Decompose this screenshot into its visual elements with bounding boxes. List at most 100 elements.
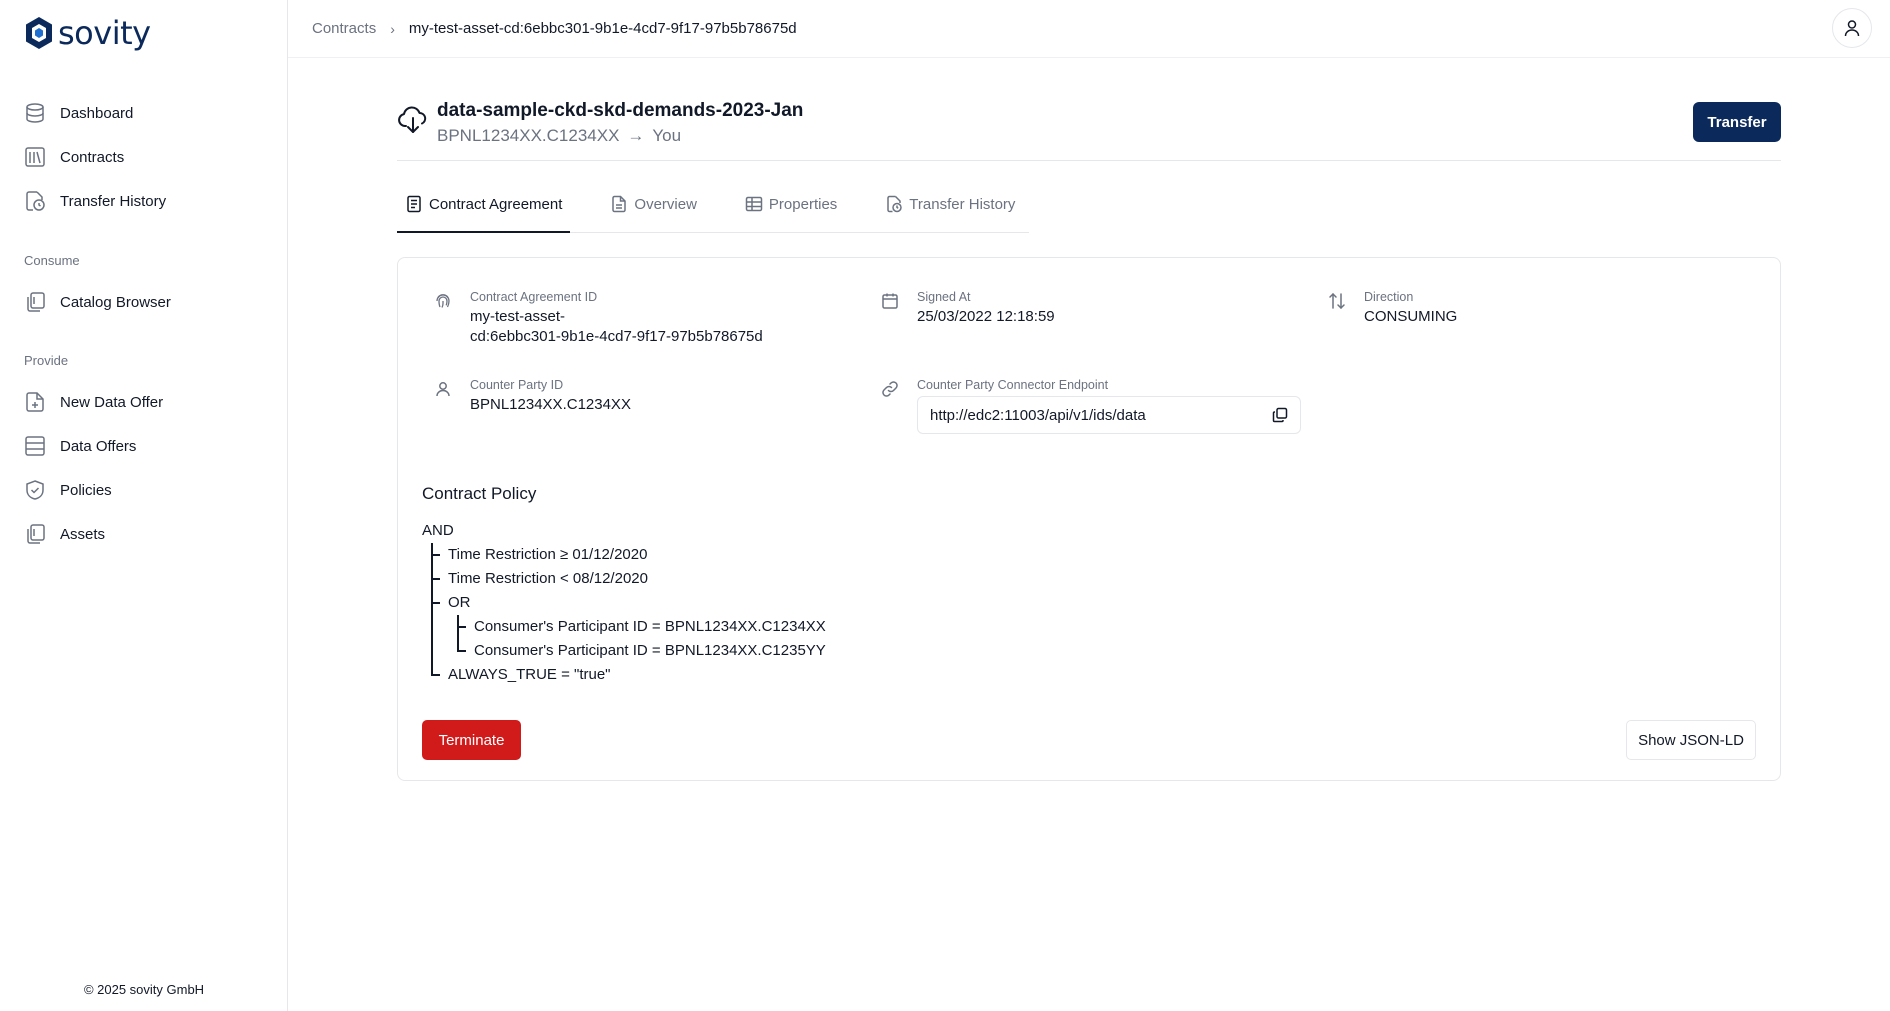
contract-detail: data-sample-ckd-skd-demands-2023-Jan BPN… — [396, 58, 1781, 781]
sidebar-item-policies[interactable]: Policies — [0, 468, 288, 512]
tab-properties[interactable]: Properties — [741, 175, 841, 233]
top-bar: Contracts › my-test-asset-cd:6ebbc301-9b… — [288, 0, 1890, 58]
nav-consume: Consume Catalog Browser — [0, 250, 288, 324]
field-label: Counter Party Connector Endpoint — [917, 378, 1109, 392]
calendar-icon — [881, 290, 907, 327]
assets-icon — [24, 523, 46, 545]
field-label: Signed At — [917, 290, 971, 304]
policy-constraint: Consumer's Participant ID = BPNL1234XX.C… — [422, 615, 826, 639]
policy-tree: AND Time Restriction ≥ 01/12/2020 Time R… — [422, 519, 826, 687]
sidebar-item-label: Dashboard — [60, 104, 134, 122]
endpoint-box: http://edc2:11003/api/v1/ids/data — [917, 396, 1301, 434]
file-icon — [612, 195, 627, 213]
policy-constraint-text: Consumer's Participant ID = BPNL1234XX.C… — [474, 618, 826, 635]
brand-logo[interactable]: sovity — [24, 14, 151, 52]
policy-constraint: ALWAYS_TRUE = "true" — [422, 663, 826, 687]
sidebar-item-label: New Data Offer — [60, 393, 164, 411]
breadcrumb-contracts-link[interactable]: Contracts — [312, 20, 376, 37]
field-label: Contract Agreement ID — [470, 290, 598, 304]
tree-branch — [431, 602, 440, 604]
policy-constraint: Time Restriction ≥ 01/12/2020 — [422, 543, 826, 567]
logo-text: sovity — [58, 14, 151, 52]
asset-header: data-sample-ckd-skd-demands-2023-Jan BPN… — [397, 58, 1781, 161]
history-icon — [887, 195, 903, 213]
breadcrumb: Contracts › my-test-asset-cd:6ebbc301-9b… — [312, 20, 797, 37]
sidebar-item-label: Data Offers — [60, 437, 137, 455]
sidebar-item-label: Assets — [60, 525, 106, 543]
signed-at-value: 25/03/2022 12:18:59 — [917, 308, 1055, 325]
copyright-footer: © 2025 sovity GmbH — [83, 982, 205, 997]
field-counter-party: Counter Party ID BPNL1234XX.C1234XX — [434, 378, 631, 415]
link-icon — [881, 378, 907, 434]
policy-constraint: Consumer's Participant ID = BPNL1234XX.C… — [422, 639, 826, 663]
sidebar-item-contracts[interactable]: Contracts — [0, 135, 288, 179]
tab-contract-agreement[interactable]: Contract Agreement — [396, 175, 571, 233]
contracts-icon — [24, 146, 46, 168]
sidebar-item-label: Policies — [60, 481, 112, 499]
table-icon — [745, 196, 763, 212]
copy-icon — [1272, 407, 1288, 423]
new-offer-icon — [24, 391, 46, 413]
policy-constraint-text: Time Restriction ≥ 01/12/2020 — [448, 546, 648, 563]
arrow-right-icon: → — [627, 126, 645, 145]
sidebar-item-new-data-offer[interactable]: New Data Offer — [0, 380, 288, 424]
nav-main: Dashboard Contracts Transfer History — [0, 91, 288, 223]
user-icon — [434, 378, 460, 415]
sidebar-item-data-offers[interactable]: Data Offers — [0, 424, 288, 468]
field-connector-endpoint: Counter Party Connector Endpoint http://… — [881, 378, 1301, 434]
counter-party-value: BPNL1234XX.C1234XX — [470, 396, 631, 413]
nav-provide: Provide New Data Offer Data Offers Polic… — [0, 350, 288, 556]
agreement-id-line-2: cd:6ebbc301-9b1e-4cd7-9f17-97b5b78675d — [470, 328, 763, 345]
sidebar-item-label: Transfer History — [60, 192, 167, 210]
policy-constraint: Time Restriction < 08/12/2020 — [422, 567, 826, 591]
show-json-ld-button[interactable]: Show JSON-LD — [1626, 720, 1756, 760]
contract-agreement-card: Contract Agreement ID my-test-asset- cd:… — [397, 257, 1781, 781]
asset-route: BPNL1234XX.C1234XX → You — [437, 126, 681, 146]
agreement-id-line-1: my-test-asset- — [470, 308, 566, 325]
tab-label: Properties — [768, 195, 838, 213]
sidebar-item-transfer-history[interactable]: Transfer History — [0, 179, 288, 223]
cloud-download-icon — [398, 106, 427, 133]
user-icon — [1844, 20, 1860, 37]
tree-branch — [431, 554, 440, 556]
tab-bar: Contract Agreement Overview Properties T… — [396, 161, 1781, 233]
asset-title: data-sample-ckd-skd-demands-2023-Jan — [437, 100, 804, 121]
dashboard-icon — [24, 102, 46, 124]
policy-operator-text: OR — [448, 594, 471, 611]
route-from: BPNL1234XX.C1234XX — [437, 126, 620, 145]
main-area: Contracts › my-test-asset-cd:6ebbc301-9b… — [288, 0, 1890, 1011]
fingerprint-icon — [434, 290, 460, 347]
nav-section-consume: Consume — [24, 253, 80, 268]
document-icon — [407, 195, 421, 213]
transfer-history-icon — [24, 190, 46, 212]
tree-branch — [431, 674, 440, 676]
data-offers-icon — [24, 435, 46, 457]
transfer-button[interactable]: Transfer — [1693, 102, 1781, 142]
direction-value: CONSUMING — [1364, 308, 1458, 325]
copy-button[interactable] — [1272, 407, 1288, 423]
tab-label: Transfer History — [909, 195, 1016, 213]
sidebar-item-dashboard[interactable]: Dashboard — [0, 91, 288, 135]
field-label: Direction — [1364, 290, 1414, 304]
chevron-right-icon: › — [390, 20, 395, 37]
shield-icon — [24, 479, 46, 501]
tab-transfer-history[interactable]: Transfer History — [881, 175, 1019, 233]
breadcrumb-current: my-test-asset-cd:6ebbc301-9b1e-4cd7-9f17… — [408, 20, 797, 37]
tab-overview[interactable]: Overview — [606, 175, 701, 233]
tab-label: Overview — [634, 195, 697, 213]
sidebar-item-assets[interactable]: Assets — [0, 512, 288, 556]
sidebar-item-catalog-browser[interactable]: Catalog Browser — [0, 280, 288, 324]
field-direction: Direction CONSUMING — [1328, 290, 1457, 327]
tab-label: Contract Agreement — [429, 195, 563, 213]
field-signed-at: Signed At 25/03/2022 12:18:59 — [881, 290, 1055, 327]
sovity-logo-icon — [26, 17, 52, 49]
user-menu-button[interactable] — [1832, 8, 1872, 48]
terminate-button[interactable]: Terminate — [422, 720, 521, 760]
route-to: You — [652, 126, 682, 145]
policy-constraint-text: Consumer's Participant ID = BPNL1234XX.C… — [474, 642, 826, 659]
policy-root: AND — [422, 522, 454, 539]
arrows-up-down-icon — [1328, 290, 1354, 327]
endpoint-value[interactable]: http://edc2:11003/api/v1/ids/data — [930, 407, 1146, 424]
sidebar-item-label: Contracts — [60, 148, 125, 166]
catalog-icon — [24, 291, 46, 313]
